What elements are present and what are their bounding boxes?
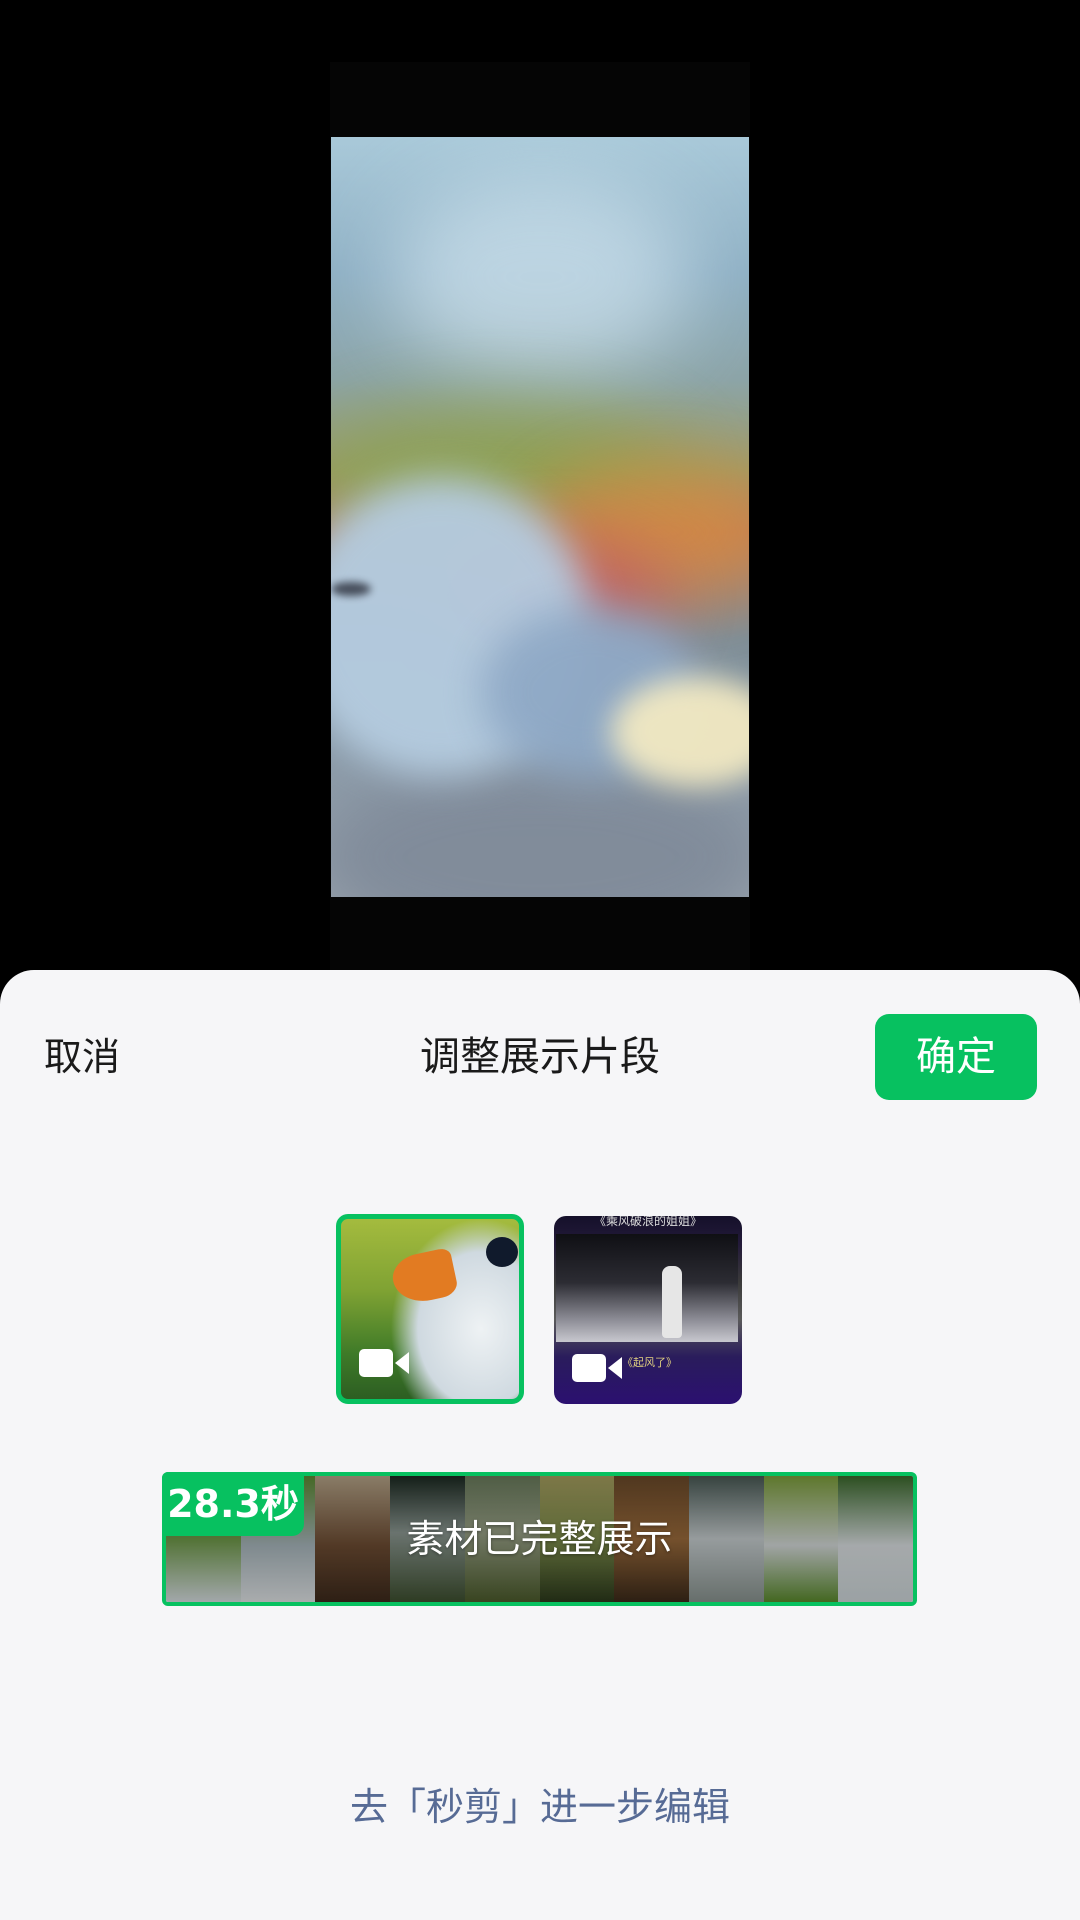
duck-eye — [486, 1237, 518, 1267]
preview-blur-eye — [331, 582, 371, 596]
video-camera-icon — [572, 1354, 622, 1382]
timeline-status-text: 素材已完整展示 — [406, 1517, 673, 1561]
video-camera-icon — [359, 1349, 409, 1377]
app-screen: 取消 调整展示片段 确定 《乘风破浪的姐姐》 《起风了》 28.3秒 素材已完整… — [0, 0, 1080, 1920]
singer-figure — [662, 1266, 682, 1338]
bottom-sheet — [0, 970, 1080, 1920]
material-thumbnail-1[interactable] — [336, 1214, 524, 1404]
thumbnail-bottom-caption: 《起风了》 — [622, 1356, 677, 1369]
thumbnail-top-caption: 《乘风破浪的姐姐》 — [593, 1216, 702, 1228]
confirm-button[interactable]: 确定 — [875, 1014, 1037, 1100]
edit-in-app-link[interactable]: 去「秒剪」进一步编辑 — [0, 1780, 1080, 1834]
material-thumbnail-2[interactable]: 《乘风破浪的姐姐》 《起风了》 — [554, 1216, 742, 1404]
preview-blur-sky — [391, 177, 691, 377]
duck-beak — [388, 1247, 460, 1307]
video-preview[interactable] — [331, 137, 749, 897]
stage-scene — [556, 1234, 738, 1342]
